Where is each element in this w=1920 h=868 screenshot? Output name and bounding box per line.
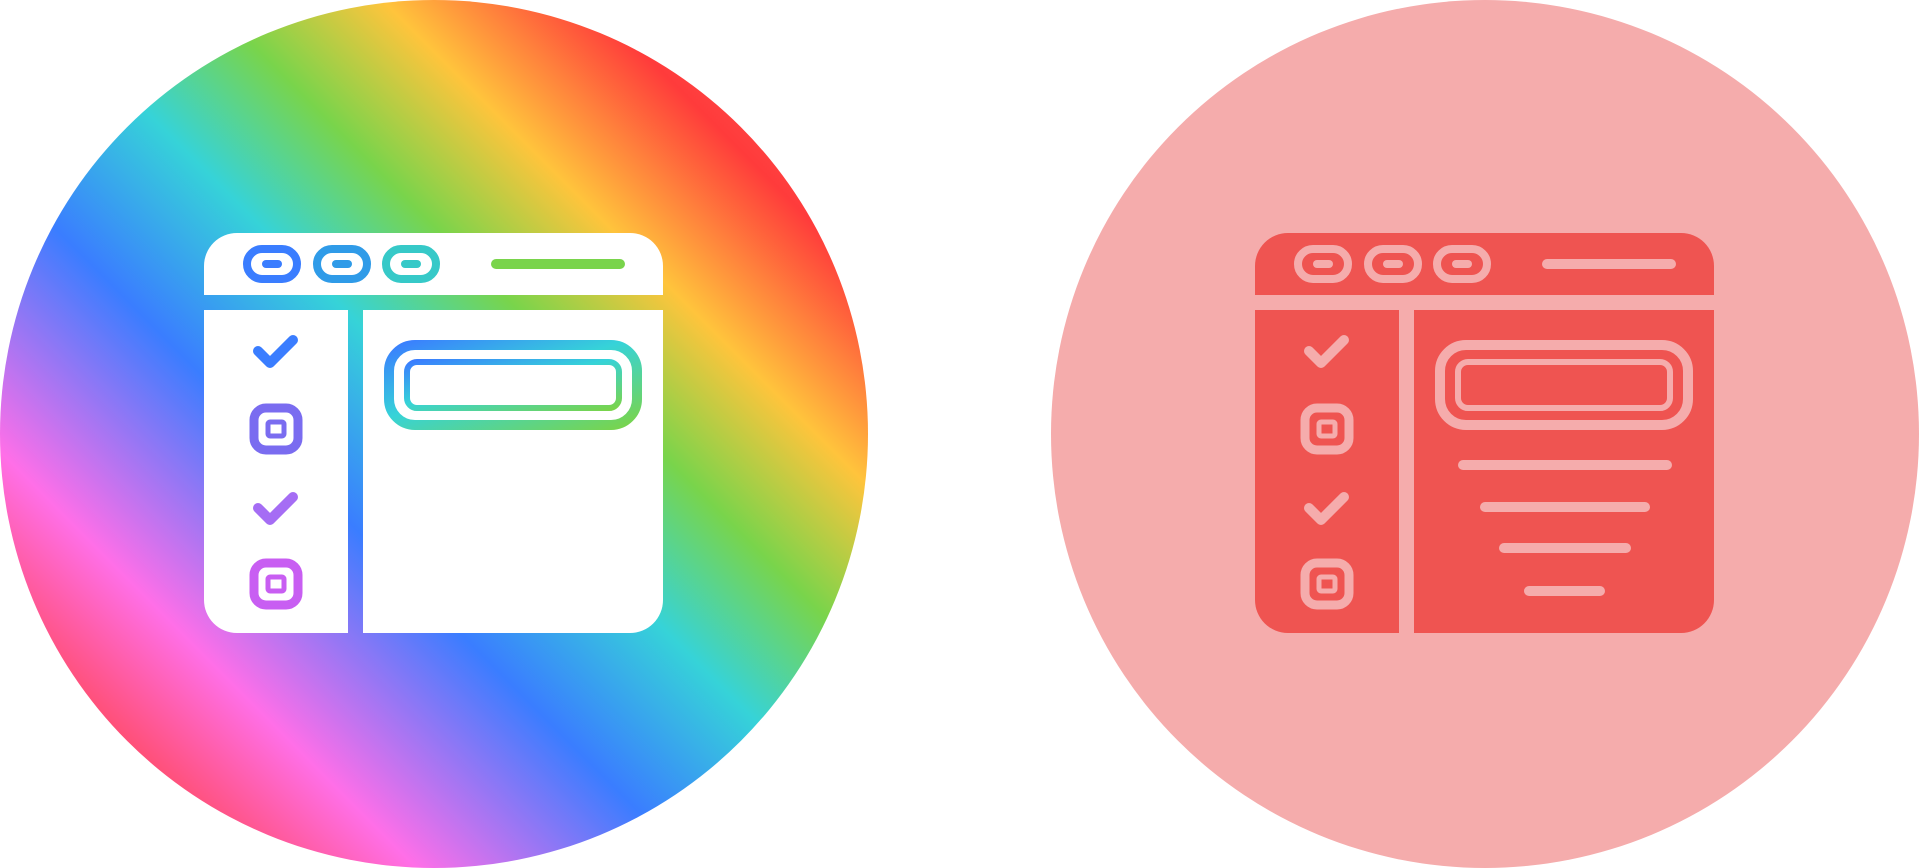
window-control-3-inner — [1452, 260, 1472, 268]
check-dot — [257, 350, 259, 352]
window-control-3-inner — [401, 260, 421, 268]
content-panel — [1414, 310, 1714, 633]
flat-web-checklist-icon — [1051, 0, 1919, 868]
gradient-icon-svg — [0, 0, 868, 868]
window-control-2-inner — [332, 260, 352, 268]
window-control-2-inner — [1383, 260, 1403, 268]
window-control-1-inner — [1313, 260, 1333, 268]
content-panel — [363, 310, 663, 633]
window-control-1-inner — [262, 260, 282, 268]
gradient-web-checklist-icon — [0, 0, 868, 868]
icon-comparison-canvas — [0, 0, 1920, 868]
flat-icon-svg — [1051, 0, 1919, 868]
